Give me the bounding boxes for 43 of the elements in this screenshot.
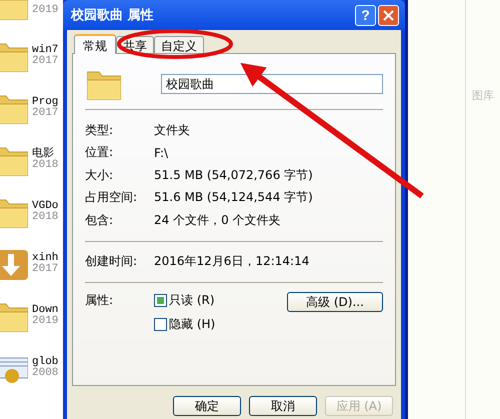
property-label: 占用空间: <box>85 189 138 206</box>
property-value: 24 个文件，0 个文件夹 <box>154 212 281 229</box>
checkbox[interactable] <box>154 294 167 307</box>
file-date: 2017 <box>32 108 58 119</box>
property-label: 类型: <box>85 122 114 139</box>
file-name: Down <box>32 305 58 316</box>
close-icon <box>383 10 394 20</box>
attributes-label: 属性: <box>85 292 114 309</box>
property-label: 包含: <box>85 212 114 229</box>
file-date: 2019 <box>32 4 58 16</box>
dialog-button[interactable]: 取消 <box>249 396 317 416</box>
file-date: 2017 <box>32 56 58 67</box>
property-label: 创建时间: <box>85 253 138 270</box>
tab[interactable]: 常规 <box>74 34 116 54</box>
property-value: 51.6 MB (54,124,544 字节) <box>154 189 313 206</box>
name-field[interactable]: 校园歌曲 <box>161 74 383 94</box>
property-value: 51.5 MB (54,072,766 字节) <box>154 166 313 184</box>
dialog-button[interactable]: 确定 <box>173 396 241 416</box>
tab[interactable]: 自定义 <box>154 36 204 53</box>
file-date: 2018 <box>32 160 58 171</box>
property-label: 位置: <box>85 144 114 162</box>
file-name: 电影 <box>32 149 54 160</box>
property-label: 大小: <box>85 166 114 184</box>
file-date: 2018 <box>32 212 58 223</box>
file-name: glob <box>32 357 58 368</box>
property-value: F:\ <box>154 146 168 160</box>
property-value: 文件夹 <box>154 122 190 139</box>
window-title: 校园歌曲 属性 <box>71 7 155 24</box>
file-name: VGDo <box>32 201 58 212</box>
file-name: xinh <box>32 253 58 264</box>
checkbox-label: 隐藏 (H) <box>169 316 216 333</box>
close-button[interactable] <box>378 4 399 26</box>
file-name: Prog <box>32 97 58 108</box>
file-name: win7 <box>32 45 58 56</box>
file-date: 2019 <box>32 316 58 327</box>
side-label: 图库 <box>472 88 494 103</box>
help-button[interactable]: ? <box>355 4 376 26</box>
advanced-button[interactable]: 高级 (D)... <box>287 292 383 312</box>
checkbox-label: 只读 (R) <box>169 292 215 309</box>
property-value: 2016年12月6日，12:14:14 <box>154 253 310 270</box>
file-date: 2008 <box>32 368 58 379</box>
checkbox[interactable] <box>154 318 167 331</box>
file-date: 2017 <box>32 264 58 275</box>
